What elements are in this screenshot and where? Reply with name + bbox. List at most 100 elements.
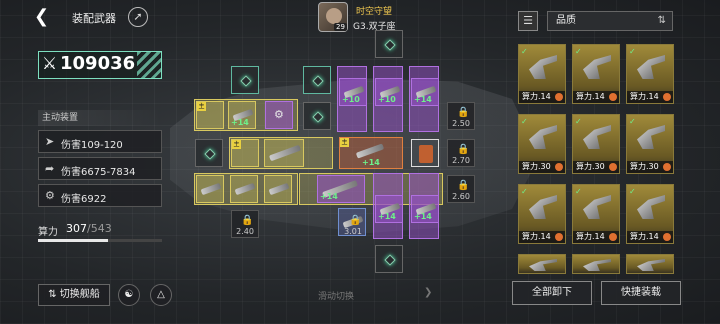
weapon-card[interactable]: ✓ 算力.14 [518, 44, 566, 104]
capacity-value: 307/543 [66, 222, 112, 235]
stat-row[interactable]: ➦ 伤害6675-7834 [38, 157, 162, 180]
emblem-icon[interactable]: ☯ [118, 284, 140, 306]
locked-slot[interactable]: 🔒 2.50 [447, 102, 475, 130]
stat-text: 伤害109-120 [61, 140, 123, 151]
locked-slot[interactable]: 🔒 2.60 [447, 175, 475, 203]
badge-icon [555, 163, 563, 171]
weapon-card[interactable] [572, 254, 620, 274]
badge-icon [609, 233, 617, 241]
turret-icon [529, 55, 557, 79]
weapon-slot[interactable] [230, 175, 258, 203]
weapon-card[interactable]: ✓ 算力.30 [518, 114, 566, 174]
turret-icon [637, 195, 665, 219]
empty-slot[interactable] [375, 30, 403, 58]
weapon-slot[interactable]: +14 [375, 195, 403, 223]
badge-icon [663, 163, 671, 171]
weapon-slot[interactable]: +10 [339, 78, 367, 106]
empty-slot[interactable] [195, 139, 223, 167]
turret-icon [637, 55, 665, 79]
bonus-label: +14 [320, 192, 338, 201]
bonus-label: +14 [378, 212, 396, 221]
check-icon: ✓ [575, 187, 582, 196]
rocket-icon[interactable]: ➚ [128, 7, 148, 27]
weapon-card[interactable]: ✓ 算力.14 [626, 184, 674, 244]
weapon-slot[interactable]: 主 +14 [339, 137, 403, 169]
turret-icon [583, 55, 611, 79]
unequip-all-button[interactable]: 全部卸下 [512, 281, 592, 305]
turret-icon [583, 195, 611, 219]
empty-slot[interactable] [231, 66, 259, 94]
empty-slot[interactable] [303, 66, 331, 94]
badge-icon [609, 93, 617, 101]
lock-icon: 🔒 [457, 107, 470, 118]
empty-slot[interactable] [303, 102, 331, 130]
weapon-slot[interactable]: +14 [228, 101, 256, 129]
back-arrow-icon[interactable]: ❮ [34, 8, 52, 26]
weapon-card[interactable]: ✓ 算力.14 [518, 184, 566, 244]
weapon-slot[interactable]: 主 [231, 139, 259, 167]
lock-icon: 🔒 [457, 144, 470, 155]
commander-name: 时空守望 [356, 7, 393, 17]
drone-icon: ⚙ [274, 108, 284, 121]
locked-slot[interactable]: 🔒 2.40 [231, 210, 259, 238]
turret-icon [583, 125, 611, 149]
check-icon: ✓ [629, 47, 636, 56]
crossed-swords-icon: ⚔ [42, 54, 58, 74]
weapon-slot[interactable]: 主 [196, 101, 224, 129]
weapon-slot[interactable]: +14 [411, 78, 439, 106]
check-icon: ✓ [521, 117, 528, 126]
quick-equip-button[interactable]: 快捷装载 [601, 281, 681, 305]
check-icon: ✓ [521, 47, 528, 56]
bonus-label: +14 [362, 158, 380, 167]
weapon-slot[interactable] [411, 139, 439, 167]
weapon-slot[interactable]: +10 [375, 78, 403, 106]
weapon-slot[interactable]: +14 [411, 195, 439, 223]
lock-requirement: 3.01 [344, 227, 362, 236]
weapon-card[interactable]: ✓ 算力.14 [572, 44, 620, 104]
bonus-label: +14 [231, 118, 249, 127]
weapon-slot[interactable] [196, 175, 224, 203]
check-icon: ✓ [521, 187, 528, 196]
stat-text: 伤害6922 [61, 194, 107, 205]
weapon-card[interactable]: ✓ 算力.14 [572, 184, 620, 244]
formation-icon[interactable]: △ [150, 284, 172, 306]
weapon-card[interactable]: ✓ 算力.14 [626, 44, 674, 104]
weapon-card[interactable]: ✓ 算力.30 [626, 114, 674, 174]
master-tag: 主 [340, 138, 349, 147]
lock-icon: 🔒 [349, 215, 362, 226]
lock-requirement: 2.40 [236, 227, 254, 236]
sort-icon: ⇅ [657, 15, 666, 26]
master-tag: 主 [197, 102, 206, 111]
capacity-bar [38, 239, 162, 242]
switch-ship-button[interactable]: ⇅ 切换舰船 [38, 284, 110, 306]
locked-slot[interactable]: 🔒 3.01 [339, 210, 367, 238]
turret-icon [637, 259, 665, 271]
quality-select[interactable]: 品质 ⇅ [547, 11, 673, 31]
locked-slot[interactable]: 🔒 2.70 [447, 139, 475, 167]
stat-row[interactable]: ⚙ 伤害6922 [38, 184, 162, 207]
lock-icon: 🔒 [241, 215, 254, 226]
weapon-slot[interactable]: +14 [317, 175, 365, 203]
switch-ship-label: 切换舰船 [59, 289, 100, 300]
turret-icon [637, 125, 665, 149]
missile-icon: ➦ [45, 162, 55, 175]
swipe-hint: 滑动切换 [318, 292, 355, 302]
weapon-slot[interactable]: ⚙ [265, 101, 293, 129]
lock-icon: 🔒 [457, 180, 470, 191]
power-value: 109036 [60, 53, 136, 74]
weapon-card[interactable] [626, 254, 674, 274]
weapon-slot[interactable] [264, 175, 292, 203]
badge-icon [663, 233, 671, 241]
weapon-slot[interactable] [264, 139, 304, 167]
capacity-used: 307 [66, 222, 87, 235]
device-icon [419, 145, 433, 163]
swap-icon: ⇅ [48, 289, 57, 300]
commander-level: 29 [334, 23, 347, 31]
weapon-card[interactable] [518, 254, 566, 274]
empty-slot[interactable] [375, 245, 403, 273]
stat-row[interactable]: ➤ 伤害109-120 [38, 130, 162, 153]
check-icon: ✓ [575, 117, 582, 126]
bonus-label: +10 [378, 95, 396, 104]
filter-icon[interactable]: ☰ [518, 11, 538, 31]
weapon-card[interactable]: ✓ 算力.30 [572, 114, 620, 174]
